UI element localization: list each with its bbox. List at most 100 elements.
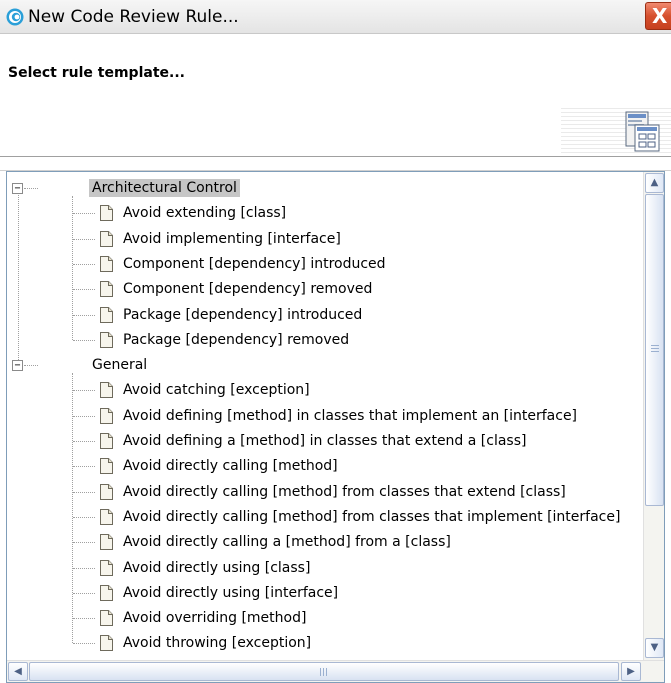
chevron-down-icon: ▼ xyxy=(650,642,659,653)
tree-item-label[interactable]: Avoid defining [method] in classes that … xyxy=(123,408,577,424)
tree-item[interactable]: Avoid defining a [method] in classes tha… xyxy=(7,429,641,454)
tree-item[interactable]: Avoid extending [class] xyxy=(7,201,641,226)
scroll-down-button[interactable]: ▼ xyxy=(645,638,664,658)
tree-item-label[interactable]: Avoid extending [class] xyxy=(123,205,286,221)
tree-item[interactable]: Avoid directly calling [method] xyxy=(7,454,641,479)
tree-item[interactable]: Avoid implementing [interface] xyxy=(7,227,641,252)
document-icon xyxy=(100,584,113,601)
tree-item-label[interactable]: Avoid directly calling [method] from cla… xyxy=(123,484,566,500)
document-icon xyxy=(100,508,113,525)
horizontal-scroll-thumb[interactable] xyxy=(29,662,619,681)
document-icon xyxy=(100,255,113,272)
tree-item[interactable]: Package [dependency] introduced xyxy=(7,303,641,328)
tree-item-label[interactable]: Avoid throwing [exception] xyxy=(123,635,311,651)
tree-connector xyxy=(73,592,95,594)
tree-connector xyxy=(18,195,19,361)
tree-item[interactable]: Package [dependency] removed xyxy=(7,328,641,353)
tree-item[interactable]: Avoid throwing [exception] xyxy=(7,631,641,656)
rule-template-tree-panel[interactable]: − Architectural Control Avoid extending [c… xyxy=(6,171,665,683)
collapse-icon[interactable]: − xyxy=(12,360,23,372)
document-icon xyxy=(100,306,113,323)
tree-connector xyxy=(73,441,95,442)
tree-connector xyxy=(73,314,95,316)
document-icon xyxy=(100,382,113,399)
grip-icon xyxy=(651,345,659,353)
close-button[interactable]: X xyxy=(645,2,671,30)
tree-item[interactable]: Component [dependency] introduced xyxy=(7,252,641,277)
tree-item-label[interactable]: Avoid defining a [method] in classes tha… xyxy=(123,433,526,449)
tree-item-label[interactable]: Avoid directly calling [method] xyxy=(123,458,338,474)
tree-item[interactable]: Avoid directly calling a [method] from a… xyxy=(7,530,641,555)
document-icon xyxy=(100,610,113,627)
tree-connector xyxy=(73,213,95,215)
tree-item[interactable]: Avoid catching [exception] xyxy=(7,378,641,403)
tree-category[interactable]: − General xyxy=(7,353,641,378)
document-icon xyxy=(100,458,113,475)
document-icon xyxy=(100,331,113,348)
document-icon xyxy=(100,635,113,652)
tree-category[interactable]: − Architectural Control xyxy=(7,176,641,201)
tree-item[interactable]: Avoid defining [method] in classes that … xyxy=(7,404,641,429)
tree-item[interactable]: Component [dependency] removed xyxy=(7,277,641,302)
tree-connector xyxy=(24,188,38,189)
tree-item[interactable]: Avoid directly calling [method] from cla… xyxy=(7,480,641,505)
tree-item-label[interactable]: Package [dependency] removed xyxy=(123,332,349,348)
tree-item-label[interactable]: Avoid directly using [interface] xyxy=(123,585,338,601)
document-icon xyxy=(100,433,113,449)
tree-item-label[interactable]: Avoid implementing [interface] xyxy=(123,231,341,247)
tree-connector xyxy=(73,289,95,291)
horizontal-scrollbar[interactable]: ◀ ▶ xyxy=(7,660,664,682)
tree-item[interactable]: Avoid directly using [interface] xyxy=(7,581,641,606)
scroll-left-button[interactable]: ◀ xyxy=(8,662,28,681)
document-icon xyxy=(100,205,113,222)
title-bar[interactable]: New Code Review Rule... X xyxy=(0,0,671,34)
banner-separator xyxy=(0,157,671,171)
grip-icon xyxy=(320,668,328,676)
tree-connector xyxy=(73,542,95,544)
scroll-up-button[interactable]: ▲ xyxy=(645,173,664,193)
tree-connector xyxy=(73,567,95,569)
tree-connector xyxy=(73,415,95,417)
rule-template-tree[interactable]: − Architectural Control Avoid extending [c… xyxy=(7,172,641,660)
vertical-scrollbar[interactable]: ▲ ▼ xyxy=(643,172,664,660)
document-icon xyxy=(100,407,113,424)
tree-item-label[interactable]: Avoid directly calling [method] from cla… xyxy=(123,509,620,525)
tree-item-label[interactable]: Avoid catching [exception] xyxy=(123,382,310,398)
scroll-right-button[interactable]: ▶ xyxy=(621,662,641,681)
chevron-up-icon: ▲ xyxy=(650,177,659,188)
tree-connector xyxy=(73,263,95,265)
tree-item-label[interactable]: Component [dependency] introduced xyxy=(123,256,386,272)
document-icon xyxy=(100,230,113,247)
chevron-left-icon: ◀ xyxy=(14,666,22,677)
document-icon xyxy=(100,559,113,576)
tree-item-label[interactable]: Package [dependency] introduced xyxy=(123,307,362,323)
tree-category-label[interactable]: General xyxy=(89,356,150,374)
window-title: New Code Review Rule... xyxy=(28,7,239,27)
eclipse-swirl-icon xyxy=(6,8,24,26)
tree-item[interactable]: Avoid directly calling [method] from cla… xyxy=(7,505,641,530)
wizard-banner: Select rule template... xyxy=(0,35,671,157)
tree-item[interactable]: Avoid overriding [method] xyxy=(7,606,641,631)
tree-item-label[interactable]: Avoid directly calling a [method] from a… xyxy=(123,534,451,550)
page-title: Select rule template... xyxy=(8,65,185,81)
tree-connector xyxy=(73,643,95,645)
tree-item[interactable]: Avoid directly using [class] xyxy=(7,556,641,581)
tree-item-label[interactable]: Avoid directly using [class] xyxy=(123,560,310,576)
tree-connector xyxy=(73,618,95,620)
tree-connector xyxy=(73,238,95,240)
close-icon: X xyxy=(652,4,668,28)
rule-template-wizard-icon xyxy=(625,111,660,152)
document-icon xyxy=(100,281,113,298)
vertical-scroll-thumb[interactable] xyxy=(645,194,664,506)
document-icon xyxy=(100,483,113,500)
chevron-right-icon: ▶ xyxy=(627,666,635,677)
tree-connector xyxy=(24,365,38,367)
tree-connector xyxy=(73,516,95,518)
tree-connector xyxy=(73,390,95,392)
tree-category-label[interactable]: Architectural Control xyxy=(89,179,240,197)
tree-item-label[interactable]: Avoid overriding [method] xyxy=(123,610,306,626)
tree-item-label[interactable]: Component [dependency] removed xyxy=(123,281,372,297)
collapse-icon[interactable]: − xyxy=(12,183,23,194)
tree-connector xyxy=(73,491,95,493)
tree-connector xyxy=(73,466,95,468)
